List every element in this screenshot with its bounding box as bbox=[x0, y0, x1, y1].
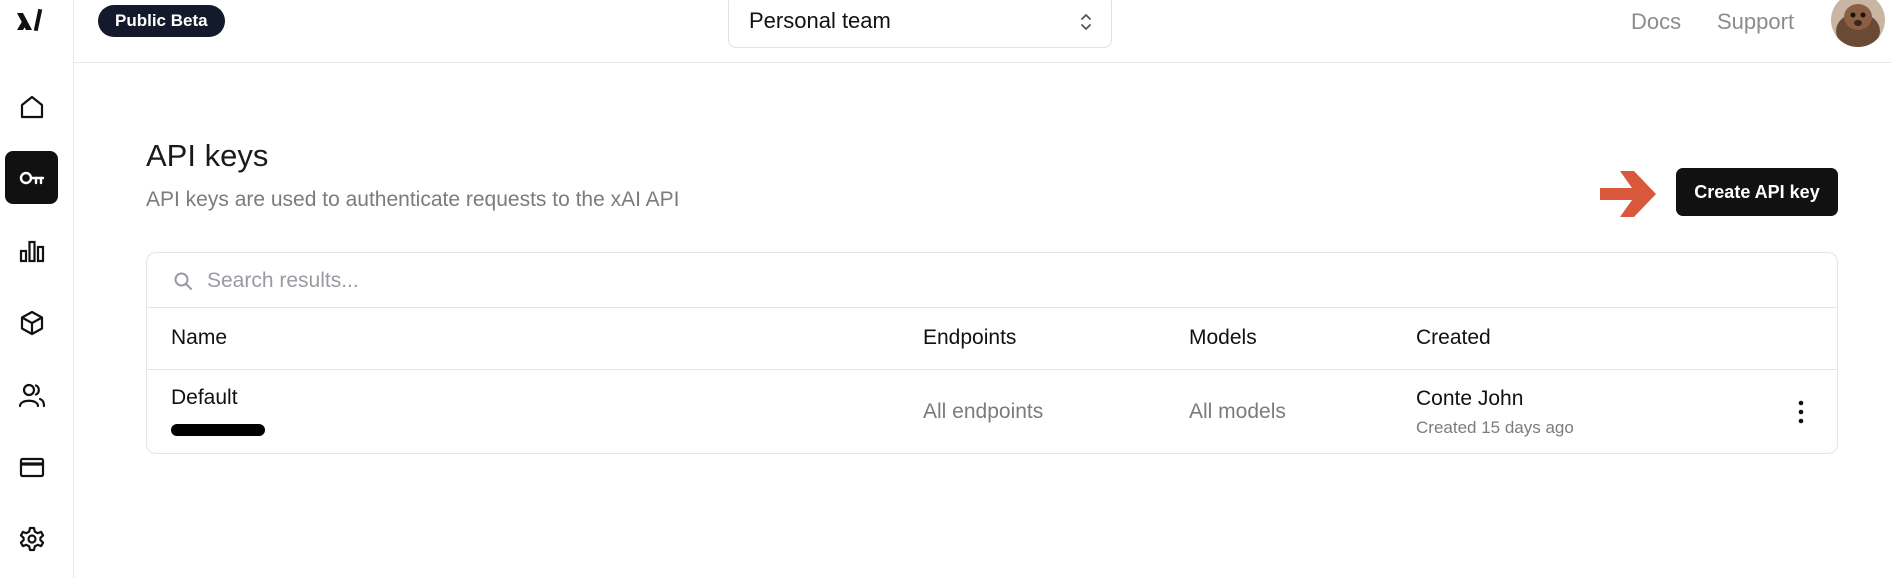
page-description: API keys are used to authenticate reques… bbox=[146, 188, 680, 211]
avatar[interactable] bbox=[1831, 0, 1885, 47]
docs-link[interactable]: Docs bbox=[1631, 9, 1681, 35]
sidebar-item-models[interactable] bbox=[5, 296, 58, 349]
key-created-by: Conte John bbox=[1416, 387, 1524, 410]
sidebar-item-billing[interactable] bbox=[5, 440, 58, 493]
arrow-right-icon bbox=[1600, 171, 1656, 217]
top-bar: Public Beta Personal team Docs Support bbox=[74, 0, 1891, 63]
table-header: Name Endpoints Models Created bbox=[147, 308, 1837, 370]
chevron-up-down-icon bbox=[1081, 14, 1091, 30]
column-header-models[interactable]: Models bbox=[1189, 326, 1257, 350]
search-icon bbox=[174, 272, 192, 290]
team-selector-label: Personal team bbox=[749, 8, 891, 33]
cube-icon bbox=[20, 310, 43, 335]
table-row[interactable]: Default All endpoints All models Conte J… bbox=[147, 370, 1837, 455]
api-keys-table: Name Endpoints Models Created Default Al… bbox=[146, 252, 1838, 454]
sidebar-item-team[interactable] bbox=[5, 368, 58, 421]
sidebar-item-settings[interactable] bbox=[5, 512, 58, 565]
bar-chart-icon bbox=[19, 240, 44, 262]
key-icon bbox=[19, 171, 44, 184]
column-header-created[interactable]: Created bbox=[1416, 326, 1491, 350]
support-link[interactable]: Support bbox=[1717, 9, 1794, 35]
key-models: All models bbox=[1189, 400, 1286, 423]
page-title: API keys bbox=[146, 138, 269, 173]
credit-card-icon bbox=[19, 457, 44, 477]
sidebar bbox=[0, 0, 74, 578]
home-icon bbox=[20, 95, 43, 118]
gear-icon bbox=[19, 526, 44, 551]
users-icon bbox=[18, 383, 45, 407]
key-created-ago: Created 15 days ago bbox=[1416, 418, 1574, 437]
redacted-key bbox=[171, 424, 265, 436]
more-options-icon[interactable] bbox=[1787, 398, 1815, 426]
column-header-name[interactable]: Name bbox=[171, 326, 227, 350]
sidebar-item-home[interactable] bbox=[5, 80, 58, 133]
key-name: Default bbox=[171, 386, 238, 409]
key-endpoints: All endpoints bbox=[923, 400, 1044, 423]
sidebar-item-api-keys[interactable] bbox=[5, 151, 58, 204]
team-selector[interactable]: Personal team bbox=[728, 0, 1112, 48]
xai-logo-icon[interactable] bbox=[14, 6, 44, 36]
sidebar-item-usage[interactable] bbox=[5, 224, 58, 277]
column-header-endpoints[interactable]: Endpoints bbox=[923, 326, 1016, 350]
search-input[interactable] bbox=[207, 263, 1107, 299]
create-api-key-button[interactable]: Create API key bbox=[1676, 168, 1838, 216]
public-beta-badge: Public Beta bbox=[98, 5, 225, 37]
search-bar bbox=[147, 253, 1837, 308]
